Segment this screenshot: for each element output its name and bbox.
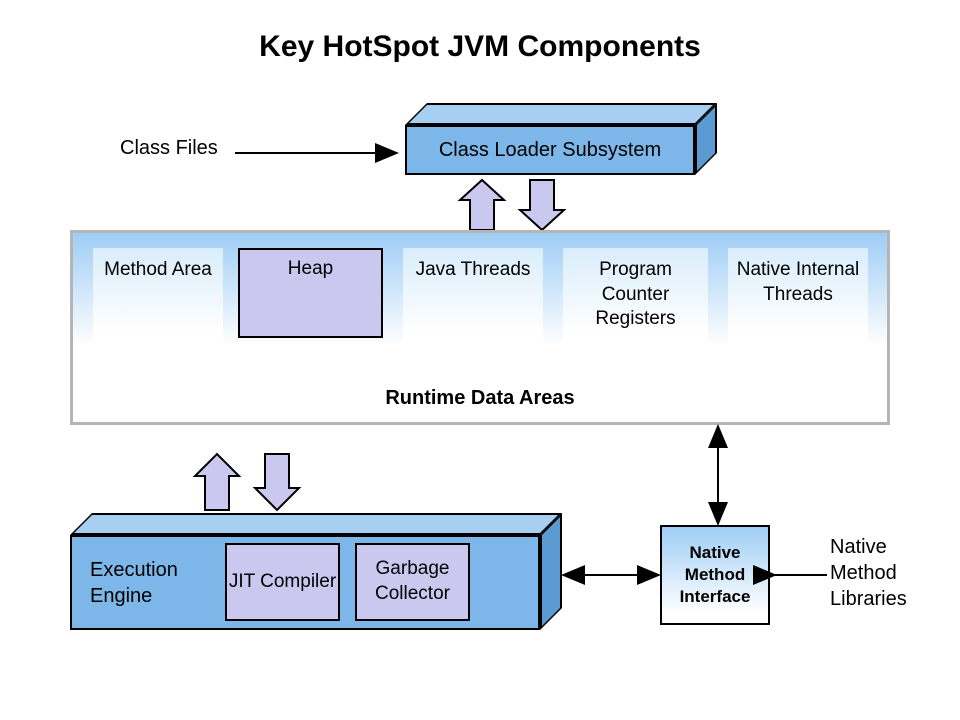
arrows-classloader-rda <box>460 178 580 238</box>
native-internal-threads-cell: Native Internal Threads <box>728 248 868 353</box>
arrow-classfiles-to-classloader <box>235 148 405 158</box>
native-method-libraries-label: Native Method Libraries <box>830 534 940 612</box>
class-loader-label: Class Loader Subsystem <box>439 139 661 162</box>
diagram-title: Key HotSpot JVM Components <box>0 30 960 64</box>
native-method-interface-box: Native Method Interface <box>660 525 770 625</box>
program-counter-registers-cell: Program Counter Registers <box>563 248 708 353</box>
method-area-cell: Method Area <box>93 248 223 353</box>
arrow-libs-to-nmi <box>770 570 830 580</box>
runtime-data-areas-box: Method Area Heap Java Threads Program Co… <box>70 230 890 425</box>
garbage-collector-box: Garbage Collector <box>355 543 470 621</box>
java-threads-cell: Java Threads <box>403 248 543 353</box>
arrows-rda-execution-engine <box>195 450 315 510</box>
heap-cell: Heap <box>238 248 383 338</box>
class-files-label: Class Files <box>120 135 218 161</box>
arrow-rda-nmi <box>708 425 728 525</box>
execution-engine-label: Execution Engine <box>90 557 220 609</box>
jit-compiler-box: JIT Compiler <box>225 543 340 621</box>
arrow-execengine-nmi <box>562 570 660 580</box>
runtime-data-areas-label: Runtime Data Areas <box>73 387 887 410</box>
